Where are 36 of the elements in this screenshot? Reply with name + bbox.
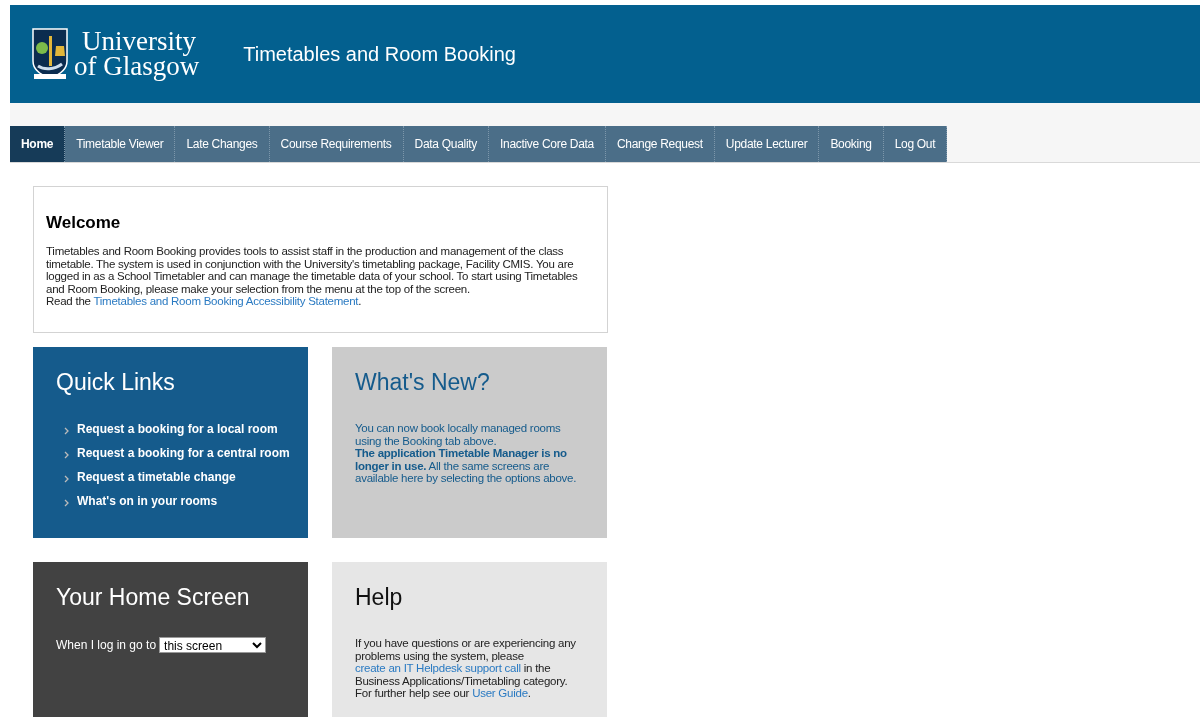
nav-tab[interactable]: Late Changes (175, 126, 270, 162)
paragraph: For further help see our User Guide. (355, 687, 532, 700)
panel-heading: Help (355, 584, 404, 611)
quick-link[interactable]: What's on in your rooms (64, 494, 288, 508)
paragraph: Read the Timetables and Room Booking Accessibility Statement. (46, 295, 363, 308)
quick-link[interactable]: Request a booking for a local room (64, 422, 288, 436)
site-title: Timetables and Room Booking (243, 42, 516, 66)
field-label: When I log in go to (56, 638, 157, 652)
paragraph: The application Timetable Manager is no longer in use. All the same screens are available here by selecting the options above. (355, 447, 578, 485)
home-screen-select[interactable]: this screen (159, 637, 267, 653)
crest-icon (32, 28, 68, 80)
panel-heading: Your Home Screen (56, 584, 251, 611)
nav-tab[interactable]: Timetable Viewer (65, 126, 176, 162)
quick-link[interactable]: Request a timetable change (64, 470, 288, 484)
paragraph: If you have questions or are experiencing any problems using the system, please create an IT Helpdesk support call in the Business Applications/Timetabling category. (355, 637, 577, 687)
nav-tab[interactable]: Update Lecturer (714, 126, 820, 162)
text-link[interactable]: create an IT Helpdesk support call (355, 662, 521, 674)
nav-tab[interactable]: Home (10, 126, 66, 162)
chevron-icon (64, 426, 69, 435)
paragraph: Timetables and Room Booking provides tools to assist staff in the production and management of the class timetable. The system is used in conjunction with the University's timetabling package, Facility CMIS. You are logged in as a School Timetabler and can manage the timetable data of your school. To start using Timetables and Room Booking, please make your selection from the menu at the top of the screen. (46, 245, 579, 295)
chevron-icon (64, 498, 69, 507)
nav-tab[interactable]: Change Request (605, 126, 715, 162)
nav-tab[interactable]: Data Quality (403, 126, 489, 162)
panel-heading: What's New? (355, 369, 491, 396)
nav-tab[interactable]: Log Out (883, 126, 948, 162)
chevron-icon (64, 474, 69, 483)
chevron-icon (64, 450, 69, 459)
nav-tab[interactable]: Course Requirements (269, 126, 404, 162)
welcome-heading: Welcome (46, 213, 122, 233)
nav-tab[interactable]: Booking (819, 126, 884, 162)
paragraph: You can now book locally managed rooms using the Booking tab above. (355, 422, 562, 447)
nav-tab[interactable]: Inactive Core Data (489, 126, 606, 162)
text-link[interactable]: User Guide (472, 687, 528, 699)
quick-link[interactable]: Request a booking for a central room (64, 446, 288, 460)
panel-heading: Quick Links (56, 369, 176, 396)
university-logo-text: University of Glasgow (74, 29, 200, 79)
